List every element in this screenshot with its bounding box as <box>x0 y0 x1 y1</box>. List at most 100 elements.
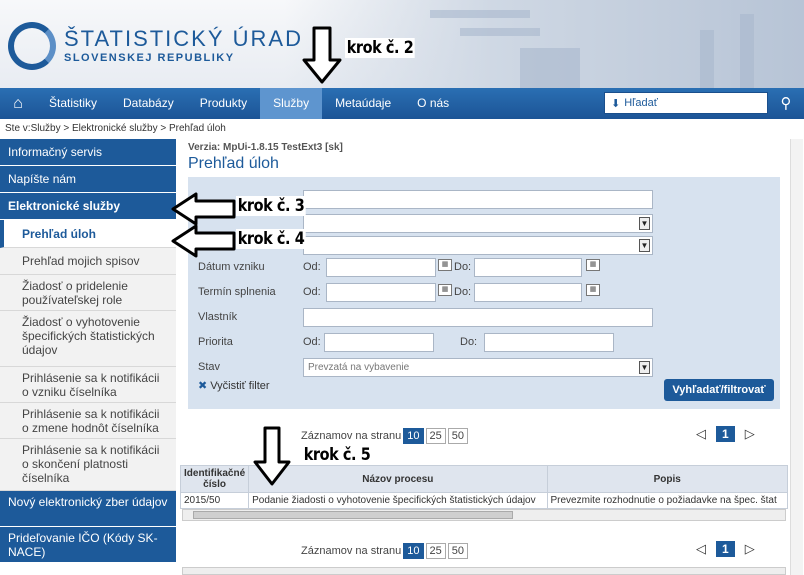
search-filter-button[interactable]: Vyhľadať/filtrovať <box>664 379 774 401</box>
chevron-down-icon: ▼ <box>639 361 650 374</box>
search-placeholder: Hľadať <box>624 97 658 109</box>
sidebar-item-prehlad-uloh[interactable]: Prehľad úloh <box>0 220 176 248</box>
label-do: Do: <box>460 336 478 348</box>
header-decoration <box>520 48 580 88</box>
table-row[interactable]: 2015/50 Podanie žiadosti o vyhotovenie š… <box>179 492 788 509</box>
table-cell[interactable]: Podanie žiadosti o vyhotovenie špecifick… <box>248 492 548 509</box>
priorita-od[interactable] <box>324 333 434 352</box>
main-nav: ⌂ Štatistiky Databázy Produkty Služby Me… <box>0 88 804 119</box>
filter-select-1[interactable]: ▼ <box>303 214 653 233</box>
site-subtitle: SLOVENSKEJ REPUBLIKY <box>64 52 235 64</box>
header-decoration <box>430 10 530 18</box>
priorita-do[interactable] <box>484 333 614 352</box>
stav-select[interactable]: Prevzatá na vybavenie ▼ <box>303 358 653 377</box>
arrow-down-icon <box>253 426 291 486</box>
sidebar-item-informacny-servis[interactable]: Informačný servis <box>0 139 176 166</box>
label-do: Do: <box>454 261 472 273</box>
label-vlastnik: Vlastník <box>198 311 238 323</box>
page-number[interactable]: 1 <box>716 426 735 442</box>
horizontal-scrollbar[interactable] <box>182 567 786 575</box>
nav-item-sluzby[interactable]: Služby <box>260 88 323 119</box>
nav-item-o-nas[interactable]: O nás <box>404 88 462 119</box>
nav-item-databazy[interactable]: Databázy <box>110 88 187 119</box>
search-input[interactable]: ⬇ Hľadať <box>604 92 768 114</box>
page-size-25[interactable]: 25 <box>425 543 446 559</box>
stav-select-value: Prevzatá na vybavenie <box>308 362 410 373</box>
sidebar-item-prehlad-spisov[interactable]: Prehľad mojich spisov <box>0 248 176 275</box>
search-icon[interactable]: ⚲ <box>774 92 798 114</box>
sidebar-item-novy-zber[interactable]: Nový elektronický zber údajov <box>0 491 176 527</box>
col-header-popis[interactable]: Popis <box>546 465 788 493</box>
calendar-icon[interactable]: ▦ <box>586 259 600 271</box>
clear-filter-label: Vyčistiť filter <box>210 380 270 392</box>
sidebar-item-pridelenie-role[interactable]: Žiadosť o pridelenie používateľskej role <box>0 275 176 311</box>
home-icon[interactable]: ⌂ <box>0 88 36 119</box>
page-size-10[interactable]: 10 <box>403 543 424 559</box>
page-title: Prehľad úloh <box>188 155 279 172</box>
next-page-icon[interactable]: ▷ <box>745 541 755 557</box>
nav-item-metaudaje[interactable]: Metaúdaje <box>322 88 404 119</box>
arrow-left-icon <box>171 224 236 258</box>
sidebar: Informačný servis Napíšte nám Elektronic… <box>0 139 176 575</box>
filter-select-2[interactable]: ▼ <box>303 236 653 255</box>
version-label: Verzia: MpUi-1.8.15 TestExt3 [sk] <box>188 142 343 153</box>
calendar-icon[interactable]: ▦ <box>438 284 452 296</box>
label-stav: Stav <box>198 361 221 373</box>
annotation-krok-3: krok č. 3 <box>236 196 307 216</box>
annotation-krok-4: krok č. 4 <box>236 229 307 249</box>
sidebar-item-pridelovanie-ico[interactable]: Prideľovanie IČO (Kódy SK-NACE) <box>0 527 176 563</box>
page-size-10[interactable]: 10 <box>403 428 424 444</box>
col-header-nazov[interactable]: Názov procesu <box>248 465 548 493</box>
header-decoration <box>460 28 540 36</box>
termin-splnenia-do[interactable] <box>474 283 582 302</box>
scrollbar-thumb[interactable] <box>193 511 513 519</box>
download-icon: ⬇ <box>611 97 621 110</box>
label-od: Od: <box>303 286 321 298</box>
calendar-icon[interactable]: ▦ <box>438 259 452 271</box>
annotation-krok-5: krok č. 5 <box>302 445 373 465</box>
sidebar-item-napiste-nam[interactable]: Napíšte nám <box>0 166 176 193</box>
nav-item-produkty[interactable]: Produkty <box>187 88 260 119</box>
header-decoration <box>740 14 754 88</box>
site-title[interactable]: ŠTATISTICKÝ ÚRAD <box>64 26 303 52</box>
vlastnik-input[interactable] <box>303 308 653 327</box>
termin-splnenia-od[interactable] <box>326 283 436 302</box>
datum-vzniku-do[interactable] <box>474 258 582 277</box>
page-size-label: Záznamov na stranu <box>301 430 402 442</box>
next-page-icon[interactable]: ▷ <box>745 426 755 442</box>
breadcrumb: Ste v:Služby > Elektronické služby > Pre… <box>5 123 226 134</box>
label-od: Od: <box>303 336 321 348</box>
label-do: Do: <box>454 286 472 298</box>
page-size-50[interactable]: 50 <box>447 543 469 559</box>
datum-vzniku-od[interactable] <box>326 258 436 277</box>
page-size-label: Záznamov na stranu <box>301 545 402 557</box>
label-od: Od: <box>303 261 321 273</box>
sidebar-item-vyhotovenie-udajov[interactable]: Žiadosť o vyhotovenie špecifických štati… <box>0 311 176 367</box>
vertical-scrollbar[interactable] <box>790 139 803 575</box>
arrow-down-icon <box>302 26 342 84</box>
pagination: ◁ 1 ▷ <box>696 426 755 442</box>
prev-page-icon[interactable]: ◁ <box>696 426 706 442</box>
clear-filter-button[interactable]: ✖ Vyčistiť filter <box>198 379 270 392</box>
col-header-id[interactable]: Identifikačné číslo <box>179 465 250 493</box>
calendar-icon[interactable]: ▦ <box>586 284 600 296</box>
sidebar-item-notifikacia-zmena[interactable]: Prihlásenie sa k notifikácii o zmene hod… <box>0 403 176 439</box>
page-number[interactable]: 1 <box>716 541 735 557</box>
horizontal-scrollbar[interactable] <box>182 509 786 521</box>
annotation-krok-2: krok č. 2 <box>345 38 416 58</box>
table-cell[interactable]: 2015/50 <box>179 492 250 509</box>
sidebar-item-elektronicke-sluzby[interactable]: Elektronické služby <box>0 193 176 220</box>
page-size-selector: Záznamov na stranu 10 25 50 <box>301 428 469 444</box>
prev-page-icon[interactable]: ◁ <box>696 541 706 557</box>
table-cell[interactable]: Prevezmite rozhodnutie o požiadavke na š… <box>546 492 788 509</box>
page-size-50[interactable]: 50 <box>447 428 469 444</box>
chevron-down-icon: ▼ <box>639 217 650 230</box>
filter-input-1[interactable] <box>303 190 653 209</box>
page-size-25[interactable]: 25 <box>425 428 446 444</box>
sidebar-item-notifikacia-skoncenie[interactable]: Prihlásenie sa k notifikácii o skončení … <box>0 439 176 491</box>
sidebar-item-notifikacia-vznik[interactable]: Prihlásenie sa k notifikácii o vzniku čí… <box>0 367 176 403</box>
pagination-bottom: ◁ 1 ▷ <box>696 541 755 557</box>
nav-item-statistiky[interactable]: Štatistiky <box>36 88 110 119</box>
header-decoration <box>700 30 714 88</box>
logo-icon[interactable] <box>8 22 56 70</box>
